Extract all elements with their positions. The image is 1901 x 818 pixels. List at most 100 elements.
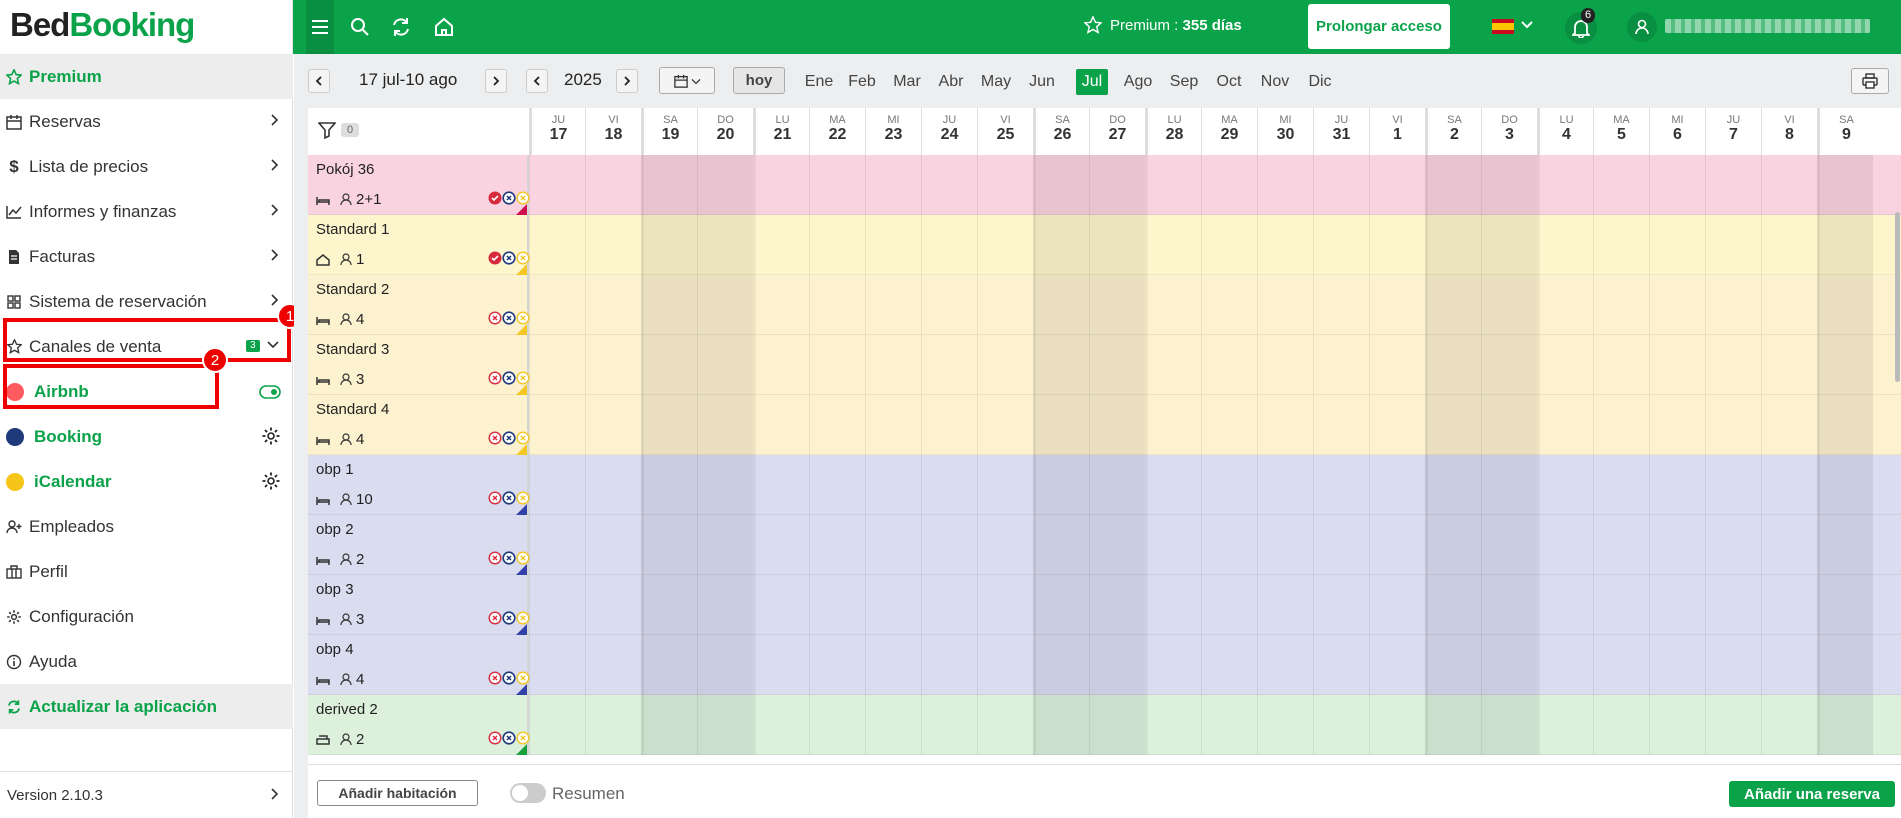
booking-status-icon[interactable] [502, 551, 516, 565]
grid-cell[interactable] [1201, 455, 1257, 515]
grid-cell[interactable] [977, 635, 1033, 695]
grid-cell[interactable] [697, 635, 753, 695]
grid-cell[interactable] [1369, 635, 1425, 695]
grid-cell[interactable] [1425, 335, 1481, 395]
grid-cell[interactable] [1817, 515, 1873, 575]
grid-cell[interactable] [697, 695, 753, 755]
grid-cell[interactable] [921, 155, 977, 215]
grid-cell[interactable] [1593, 215, 1649, 275]
month-ene[interactable]: Ene [802, 69, 836, 95]
grid-cell[interactable] [585, 335, 641, 395]
grid-cell[interactable] [921, 455, 977, 515]
airbnb-status-icon[interactable] [488, 251, 502, 265]
sidebar-item-invoices[interactable]: Facturas [0, 234, 293, 279]
grid-cell[interactable] [1537, 155, 1593, 215]
grid-cell[interactable] [753, 395, 809, 455]
grid-cell[interactable] [753, 575, 809, 635]
sidebar-item-reservas[interactable]: Reservas [0, 99, 293, 144]
grid-cell[interactable] [1201, 575, 1257, 635]
day-header[interactable]: JU 7 [1705, 108, 1761, 155]
version-row[interactable]: Version 2.10.3 [0, 771, 293, 818]
grid-cell[interactable] [1705, 575, 1761, 635]
icalendar-status-icon[interactable] [516, 311, 530, 325]
grid-cell[interactable] [585, 395, 641, 455]
month-nov[interactable]: Nov [1257, 69, 1293, 95]
day-header[interactable]: DO 20 [697, 108, 753, 155]
airbnb-status-icon[interactable] [488, 731, 502, 745]
grid-cell[interactable] [865, 455, 921, 515]
grid-cell[interactable] [1481, 155, 1537, 215]
grid-cell[interactable] [641, 455, 697, 515]
grid-cell[interactable] [697, 215, 753, 275]
day-header[interactable]: SA 2 [1425, 108, 1481, 155]
grid-cell[interactable] [1649, 215, 1705, 275]
grid-cell[interactable] [1257, 395, 1313, 455]
grid-cell[interactable] [1649, 455, 1705, 515]
grid-cell[interactable] [585, 455, 641, 515]
grid-cell[interactable] [1705, 155, 1761, 215]
grid-cell[interactable] [1313, 635, 1369, 695]
grid-cell[interactable] [1537, 395, 1593, 455]
grid-cell[interactable] [1481, 695, 1537, 755]
grid-cell[interactable] [865, 695, 921, 755]
gear-icon[interactable] [261, 471, 281, 491]
grid-cell[interactable] [753, 275, 809, 335]
grid-cell[interactable] [1089, 215, 1145, 275]
grid-cell[interactable] [1705, 635, 1761, 695]
grid-cell[interactable] [1649, 155, 1705, 215]
grid-cell[interactable] [1817, 215, 1873, 275]
grid-cell[interactable] [1369, 335, 1425, 395]
booking-status-icon[interactable] [502, 491, 516, 505]
grid-cell[interactable] [1313, 155, 1369, 215]
grid-cell[interactable] [809, 215, 865, 275]
gear-icon[interactable] [261, 426, 281, 446]
grid-cell[interactable] [1537, 215, 1593, 275]
calendar-picker-button[interactable] [659, 67, 715, 94]
grid-cell[interactable] [585, 575, 641, 635]
grid-cell[interactable] [1425, 275, 1481, 335]
grid-cell[interactable] [697, 395, 753, 455]
grid-cell[interactable] [1369, 455, 1425, 515]
grid-cell[interactable] [697, 455, 753, 515]
grid-cell[interactable] [1033, 455, 1089, 515]
refresh-icon[interactable] [387, 13, 415, 41]
add-reservation-button[interactable]: Añadir una reserva [1729, 781, 1895, 807]
grid-cell[interactable] [1593, 695, 1649, 755]
grid-cell[interactable] [1145, 275, 1201, 335]
day-header[interactable]: VI 1 [1369, 108, 1425, 155]
grid-cell[interactable] [1369, 515, 1425, 575]
day-header[interactable]: LU 21 [753, 108, 809, 155]
grid-cell[interactable] [865, 575, 921, 635]
grid-cell[interactable] [1817, 275, 1873, 335]
grid-cell[interactable] [529, 215, 585, 275]
day-header[interactable]: MI 6 [1649, 108, 1705, 155]
grid-cell[interactable] [1537, 575, 1593, 635]
airbnb-status-icon[interactable] [488, 671, 502, 685]
day-header[interactable]: JU 17 [529, 108, 585, 155]
grid-cell[interactable] [1649, 695, 1705, 755]
booking-status-icon[interactable] [502, 731, 516, 745]
grid-cell[interactable] [1649, 575, 1705, 635]
grid-cell[interactable] [1257, 335, 1313, 395]
day-header[interactable]: VI 25 [977, 108, 1033, 155]
grid-cell[interactable] [1761, 215, 1817, 275]
grid-cell[interactable] [1033, 515, 1089, 575]
grid-cell[interactable] [641, 275, 697, 335]
grid-cell[interactable] [1537, 635, 1593, 695]
grid-cell[interactable] [1649, 515, 1705, 575]
grid-cell[interactable] [1705, 695, 1761, 755]
month-oct[interactable]: Oct [1212, 69, 1246, 95]
grid-cell[interactable] [1425, 395, 1481, 455]
room-info[interactable]: obp 33 [308, 575, 530, 635]
grid-cell[interactable] [1593, 395, 1649, 455]
grid-cell[interactable] [809, 395, 865, 455]
grid-cell[interactable] [1313, 275, 1369, 335]
date-range-label[interactable]: 17 jul-10 ago [359, 70, 457, 90]
grid-cell[interactable] [529, 275, 585, 335]
day-header[interactable]: MI 23 [865, 108, 921, 155]
grid-cell[interactable] [1817, 395, 1873, 455]
grid-cell[interactable] [1425, 695, 1481, 755]
toggle-icon[interactable] [259, 385, 281, 399]
grid-cell[interactable] [1033, 395, 1089, 455]
grid-cell[interactable] [1761, 515, 1817, 575]
